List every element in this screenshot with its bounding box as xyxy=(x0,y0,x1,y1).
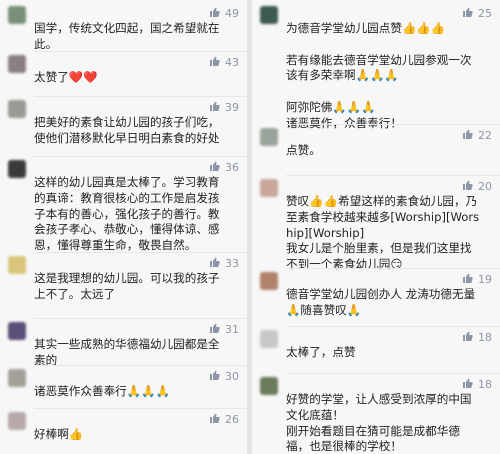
thumbs-up-icon xyxy=(462,6,474,21)
avatar[interactable] xyxy=(8,322,26,340)
like-count: 25 xyxy=(478,7,492,20)
comment-divider xyxy=(286,124,500,125)
comment-divider xyxy=(34,156,247,157)
thumbs-up-icon xyxy=(462,377,474,392)
avatar[interactable] xyxy=(8,412,26,430)
thumbs-up-icon xyxy=(209,369,221,384)
left-comment-column: 49 国学，传统文化四起，国之希望就在此。 43 太赞了❤️❤️ 39 把美好的素食让幼儿… xyxy=(0,0,247,454)
comments-screenshot: 49 国学，传统文化四起，国之希望就在此。 43 太赞了❤️❤️ 39 把美好的素食让幼儿… xyxy=(0,0,500,454)
comment-text: 其实一些成熟的华德福幼儿园都是全素的 xyxy=(34,337,220,367)
comment-text: 点赞。 xyxy=(286,143,321,157)
like-count: 31 xyxy=(225,323,239,336)
comment-divider xyxy=(286,326,500,327)
like-button[interactable]: 30 xyxy=(209,369,239,384)
avatar[interactable] xyxy=(260,330,278,348)
thumbs-up-icon xyxy=(209,322,221,337)
like-count: 33 xyxy=(225,257,239,270)
avatar[interactable] xyxy=(260,272,278,290)
avatar[interactable] xyxy=(8,55,26,73)
like-button[interactable]: 19 xyxy=(462,272,492,287)
comment-divider xyxy=(34,408,247,409)
comment-divider xyxy=(286,175,500,176)
avatar[interactable] xyxy=(260,6,278,24)
comment-text: 把美好的素食让幼儿园的孩子们吃，使他们潜移默化早日明白素食的好处 xyxy=(34,115,220,145)
like-count: 18 xyxy=(478,378,492,391)
like-count: 36 xyxy=(225,161,239,174)
thumbs-up-icon xyxy=(209,100,221,115)
comment-divider xyxy=(34,318,247,319)
like-button[interactable]: 25 xyxy=(462,6,492,21)
like-count: 22 xyxy=(478,129,492,142)
thumbs-up-icon xyxy=(462,128,474,143)
like-count: 30 xyxy=(225,370,239,383)
like-count: 18 xyxy=(478,331,492,344)
like-count: 20 xyxy=(478,180,492,193)
avatar[interactable] xyxy=(8,160,26,178)
avatar[interactable] xyxy=(260,128,278,146)
comment-text: 这是我理想的幼儿园。可以我的孩子上不了。太远了 xyxy=(34,271,220,301)
like-count: 19 xyxy=(478,273,492,286)
like-button[interactable]: 18 xyxy=(462,377,492,392)
comment-text: 好棒啊👍 xyxy=(34,427,84,441)
comment-text: 太赞了❤️❤️ xyxy=(34,70,98,84)
right-comment-column: 25 为德音学堂幼儿园点赞👍👍👍 若有缘能去德音学堂幼儿园参观一次该有多荣幸啊🙏🙏… xyxy=(252,0,500,454)
comment-text: 诸恶莫作众善奉行🙏🙏🙏 xyxy=(34,384,171,398)
like-count: 39 xyxy=(225,101,239,114)
comment-divider xyxy=(286,373,500,374)
like-count: 49 xyxy=(225,7,239,20)
like-button[interactable]: 26 xyxy=(209,412,239,427)
like-button[interactable]: 39 xyxy=(209,100,239,115)
comment-text: 好赞的学堂，让人感受到浓厚的中国文化底蕴！ 刚开始看题目在猜可能是成都华德福，也… xyxy=(286,392,472,454)
like-button[interactable]: 43 xyxy=(209,55,239,70)
thumbs-up-icon xyxy=(209,256,221,271)
comment-text: 国学，传统文化四起，国之希望就在此。 xyxy=(34,21,220,51)
thumbs-up-icon xyxy=(209,160,221,175)
comment-divider xyxy=(34,96,247,97)
comment-text: 赞叹👍👍希望这样的素食幼儿园，乃至素食学校越来越多[Worship][Worsh… xyxy=(286,194,480,272)
thumbs-up-icon xyxy=(209,55,221,70)
comment-text: 德音学堂幼儿园创办人 龙涛功德无量🙏随喜赞叹🙏 xyxy=(286,287,476,317)
thumbs-up-icon xyxy=(209,6,221,21)
comment-divider xyxy=(34,252,247,253)
like-button[interactable]: 20 xyxy=(462,179,492,194)
avatar[interactable] xyxy=(8,256,26,274)
comment-divider xyxy=(34,51,247,52)
comment-divider xyxy=(286,268,500,269)
thumbs-up-icon xyxy=(462,272,474,287)
avatar[interactable] xyxy=(8,369,26,387)
like-button[interactable]: 36 xyxy=(209,160,239,175)
like-button[interactable]: 31 xyxy=(209,322,239,337)
comment-divider xyxy=(34,365,247,366)
like-button[interactable]: 22 xyxy=(462,128,492,143)
thumbs-up-icon xyxy=(462,330,474,345)
like-button[interactable]: 49 xyxy=(209,6,239,21)
thumbs-up-icon xyxy=(209,412,221,427)
comment-text: 太棒了，点赞 xyxy=(286,345,356,359)
avatar[interactable] xyxy=(8,100,26,118)
avatar[interactable] xyxy=(8,6,26,24)
avatar[interactable] xyxy=(260,377,278,395)
like-count: 26 xyxy=(225,413,239,426)
like-button[interactable]: 18 xyxy=(462,330,492,345)
comment-text: 为德音学堂幼儿园点赞👍👍👍 若有缘能去德音学堂幼儿园参观一次该有多荣幸啊🙏🙏🙏 … xyxy=(286,21,472,130)
like-button[interactable]: 33 xyxy=(209,256,239,271)
comment-text: 这样的幼儿园真是太棒了。学习教育的真谛：教育很核心的工作是启发孩子本有的善心，强… xyxy=(34,175,220,253)
thumbs-up-icon xyxy=(462,179,474,194)
like-count: 43 xyxy=(225,56,239,69)
avatar[interactable] xyxy=(260,179,278,197)
